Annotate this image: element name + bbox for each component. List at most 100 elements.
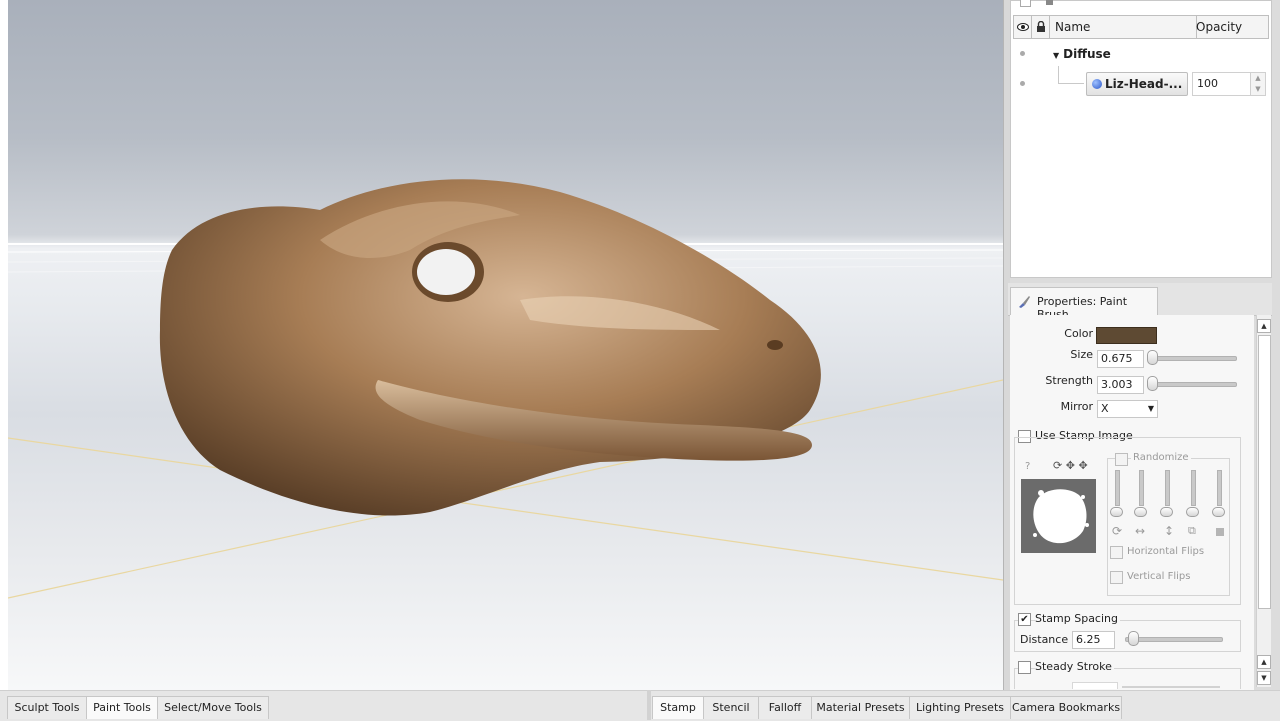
stamp-transform-icons: ⟳ ✥ ✥: [1053, 459, 1088, 472]
tab-properties-paint-brush[interactable]: Properties: Paint Brush: [1010, 287, 1158, 321]
tab-falloff[interactable]: Falloff: [758, 696, 812, 719]
layer-group-label: Diffuse: [1063, 47, 1111, 61]
steady-stroke-slider[interactable]: [1122, 686, 1220, 688]
steady-stroke-label: Steady Stroke: [1035, 660, 1114, 673]
color-label: Color: [1064, 327, 1093, 340]
column-header-name[interactable]: Name: [1050, 16, 1197, 38]
layer-group-diffuse[interactable]: ▼ Diffuse: [1053, 42, 1111, 66]
new-layer-icon[interactable]: [1020, 0, 1031, 7]
tab-material-presets[interactable]: Material Presets: [811, 696, 910, 719]
scroll-thumb[interactable]: [1258, 335, 1271, 609]
expand-triangle-icon[interactable]: ▼: [1053, 51, 1059, 60]
randomize-label: Randomize: [1131, 452, 1191, 463]
randomize-slider-1[interactable]: [1115, 470, 1120, 506]
distance-label: Distance: [1020, 633, 1069, 646]
scroll-up-button[interactable]: ▲: [1257, 319, 1271, 333]
nostril: [767, 340, 783, 350]
visibility-toggle[interactable]: [1020, 81, 1025, 86]
layer-label: Liz-Head-...: [1105, 77, 1183, 91]
help-icon[interactable]: ?: [1025, 461, 1030, 472]
strength-slider-handle[interactable]: [1147, 376, 1158, 391]
tab-lighting-presets[interactable]: Lighting Presets: [909, 696, 1011, 719]
delete-layer-icon[interactable]: [1046, 0, 1053, 5]
vertical-flips-checkbox[interactable]: [1110, 571, 1123, 584]
tab-select-move-tools[interactable]: Select/Move Tools: [157, 696, 269, 719]
tree-connector: [1058, 66, 1059, 83]
size-label: Size: [1070, 348, 1093, 361]
layer-item[interactable]: Liz-Head-...: [1086, 72, 1188, 96]
eye-icon[interactable]: [1014, 16, 1032, 38]
steady-stroke-distance-input[interactable]: [1072, 682, 1118, 689]
distance-slider-handle[interactable]: [1128, 631, 1139, 646]
strength-value: 3.003: [1101, 378, 1133, 391]
chevron-down-icon: ▼: [1147, 404, 1154, 413]
randomize-stop-icon: [1216, 528, 1224, 536]
tree-connector: [1058, 83, 1084, 84]
randomize-slider-3[interactable]: [1165, 470, 1170, 506]
stamp-spacing-checkbox[interactable]: ✔: [1018, 613, 1031, 626]
stamp-shape: [1033, 489, 1089, 544]
distance-value: 6.25: [1076, 633, 1101, 646]
layers-header: Name Opacity: [1013, 15, 1269, 39]
size-input[interactable]: 0.675: [1097, 350, 1144, 368]
randomize-slider-2[interactable]: [1139, 470, 1144, 506]
randomize-slider-5-handle[interactable]: [1212, 507, 1225, 517]
randomize-slider-5[interactable]: [1217, 470, 1222, 506]
properties-scrollbar[interactable]: ▲ ▲ ▼: [1256, 315, 1271, 687]
eye-hole: [417, 249, 475, 295]
randomize-rotate-icon: ⟳: [1112, 524, 1123, 538]
size-slider-handle[interactable]: [1147, 350, 1158, 365]
randomize-slider-4[interactable]: [1191, 470, 1196, 506]
tab-stencil[interactable]: Stencil: [703, 696, 759, 719]
tab-stamp[interactable]: Stamp: [652, 696, 704, 719]
visibility-toggle[interactable]: [1020, 51, 1025, 56]
mirror-value: X: [1101, 402, 1109, 415]
stamp-spacing-label: Stamp Spacing: [1035, 612, 1120, 625]
randomize-slider-1-handle[interactable]: [1110, 507, 1123, 517]
randomize-slider-3-handle[interactable]: [1160, 507, 1173, 517]
rotate-icon[interactable]: ⟳: [1053, 459, 1062, 472]
horizontal-flips-checkbox[interactable]: [1110, 546, 1123, 559]
opacity-spinner[interactable]: ▲ ▼: [1250, 72, 1266, 96]
opacity-input[interactable]: 100: [1192, 72, 1252, 96]
column-header-opacity[interactable]: Opacity: [1192, 16, 1266, 38]
scroll-up-button-lower[interactable]: ▲: [1257, 655, 1271, 669]
distance-slider[interactable]: [1125, 637, 1223, 642]
mirror-label: Mirror: [1060, 400, 1093, 413]
stamp-preview[interactable]: [1021, 479, 1096, 553]
scale-icon[interactable]: ✥: [1078, 459, 1087, 472]
lizard-head-model: [159, 179, 821, 516]
move-icon[interactable]: ✥: [1066, 459, 1075, 472]
viewport-left-border: [0, 0, 8, 690]
paint-brush-icon: [1019, 296, 1030, 308]
steady-stroke-checkbox[interactable]: [1018, 661, 1031, 674]
randomize-transform-icon: ⧉: [1188, 524, 1196, 537]
tab-camera-bookmarks[interactable]: Camera Bookmarks: [1010, 696, 1122, 719]
size-slider[interactable]: [1150, 356, 1237, 361]
layers-panel: [1010, 0, 1272, 278]
randomize-vertical-icon: ↕: [1164, 524, 1175, 538]
globe-icon: [1092, 79, 1102, 89]
strength-label: Strength: [1045, 374, 1093, 387]
size-value: 0.675: [1101, 352, 1133, 365]
mirror-select[interactable]: X ▼: [1097, 400, 1158, 418]
3d-viewport[interactable]: [0, 0, 1003, 690]
opacity-value: 100: [1197, 77, 1218, 90]
strength-input[interactable]: 3.003: [1097, 376, 1144, 394]
viewport-scene: [7, 179, 1003, 599]
vertical-flips-label: Vertical Flips: [1127, 571, 1191, 582]
bottom-splitter[interactable]: [647, 690, 651, 720]
strength-slider[interactable]: [1150, 382, 1237, 387]
color-swatch[interactable]: [1096, 327, 1157, 344]
tab-paint-tools[interactable]: Paint Tools: [86, 696, 158, 719]
distance-input[interactable]: 6.25: [1072, 631, 1115, 649]
horizontal-flips-label: Horizontal Flips: [1127, 546, 1205, 557]
tab-sculpt-tools[interactable]: Sculpt Tools: [7, 696, 87, 719]
lock-icon[interactable]: [1032, 16, 1050, 38]
scroll-down-button[interactable]: ▼: [1257, 671, 1271, 685]
randomize-slider-2-handle[interactable]: [1134, 507, 1147, 517]
panel-splitter[interactable]: [1003, 0, 1010, 690]
randomize-slider-4-handle[interactable]: [1186, 507, 1199, 517]
randomize-checkbox[interactable]: [1115, 453, 1128, 466]
randomize-horizontal-icon: ↔: [1135, 524, 1146, 538]
